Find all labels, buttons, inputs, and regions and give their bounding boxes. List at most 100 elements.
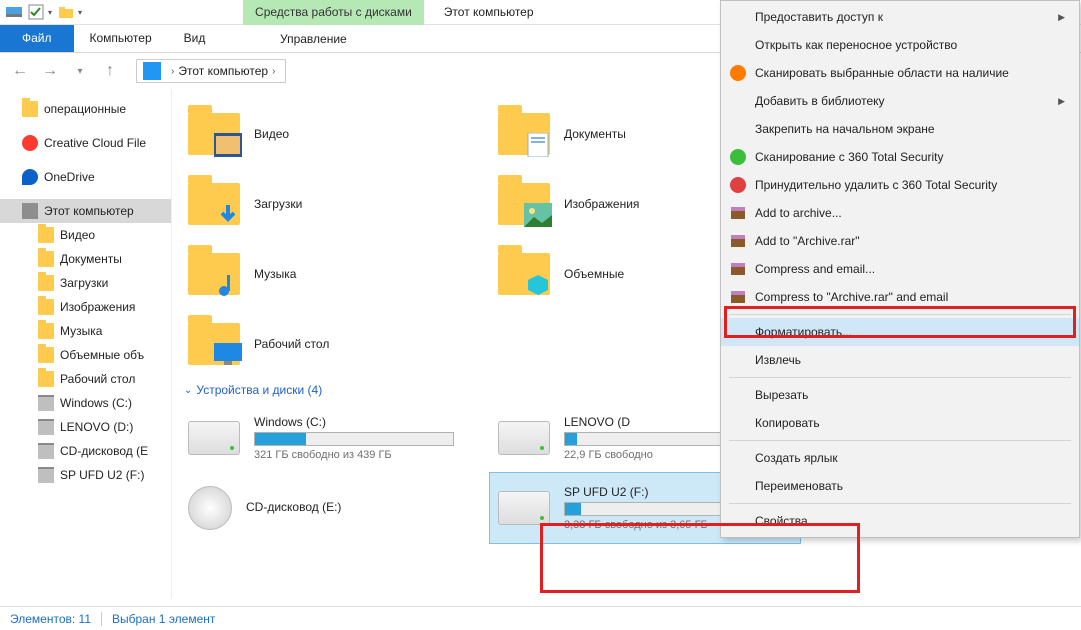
up-button[interactable]: ↑ <box>98 59 122 83</box>
context-menu-separator <box>729 377 1071 378</box>
tree-item-label: Загрузки <box>60 276 108 290</box>
chevron-right-icon[interactable]: › <box>171 66 174 77</box>
blank-icon <box>729 323 747 341</box>
folder-label: Изображения <box>564 197 639 211</box>
context-menu-item[interactable]: Принудительно удалить с 360 Total Securi… <box>721 171 1079 199</box>
tree-item-label: Объемные объ <box>60 348 144 362</box>
checkbox-icon[interactable] <box>28 4 44 20</box>
storage-bar <box>254 432 454 446</box>
context-menu-label: Извлечь <box>755 353 801 367</box>
context-menu-item[interactable]: Add to archive... <box>721 199 1079 227</box>
context-menu-label: Закрепить на начальном экране <box>755 122 935 136</box>
devices-header-label: Устройства и диски (4) <box>196 383 322 397</box>
address-bar[interactable]: › Этот компьютер › <box>136 59 286 83</box>
folder-item[interactable]: Видео <box>180 99 490 169</box>
context-menu-item[interactable]: Compress and email... <box>721 255 1079 283</box>
recent-dropdown-icon[interactable]: ▾ <box>68 59 92 83</box>
folder-item[interactable]: Рабочий стол <box>180 309 490 379</box>
drive-icon <box>188 421 240 455</box>
tree-item[interactable]: Загрузки <box>0 271 171 295</box>
context-menu-item[interactable]: Сканировать выбранные области на наличие <box>721 59 1079 87</box>
tab-file[interactable]: Файл <box>0 25 74 52</box>
context-menu-label: Принудительно удалить с 360 Total Securi… <box>755 178 997 192</box>
context-menu-item[interactable]: Сканирование с 360 Total Security <box>721 143 1079 171</box>
tree-item[interactable]: Документы <box>0 247 171 271</box>
context-menu-item[interactable]: Извлечь <box>721 346 1079 374</box>
drive-icon <box>38 395 54 411</box>
folder-label: Загрузки <box>254 197 302 211</box>
360g-icon <box>729 148 747 166</box>
contextual-tab-header: Средства работы с дисками <box>243 0 424 25</box>
folder-icon <box>38 299 54 315</box>
drive-icon <box>498 491 550 525</box>
tree-item[interactable]: Windows (C:) <box>0 391 171 415</box>
drive-item[interactable]: Windows (C:)321 ГБ свободно из 439 ГБ <box>180 403 490 473</box>
tree-item[interactable]: Creative Cloud File <box>0 131 171 155</box>
drive-name: Windows (C:) <box>254 415 482 429</box>
tree-item[interactable]: Объемные объ <box>0 343 171 367</box>
qat-dropdown-icon[interactable]: ▾ <box>48 8 52 17</box>
context-menu-label: Add to "Archive.rar" <box>755 234 860 248</box>
context-menu-item[interactable]: Открыть как переносное устройство <box>721 31 1079 59</box>
context-menu-item[interactable]: Закрепить на начальном экране <box>721 115 1079 143</box>
new-folder-icon[interactable] <box>58 4 74 20</box>
context-menu-label: Предоставить доступ к <box>755 10 883 24</box>
tree-item[interactable]: CD-дисковод (E <box>0 439 171 463</box>
back-button[interactable]: ← <box>8 59 32 83</box>
folder-icon <box>38 275 54 291</box>
tree-item[interactable]: SP UFD U2 (F:) <box>0 463 171 487</box>
pc-icon <box>143 62 161 80</box>
context-menu-item[interactable]: Добавить в библиотеку▶ <box>721 87 1079 115</box>
tree-item-label: LENOVO (D:) <box>60 420 133 434</box>
chevron-right-icon[interactable]: › <box>272 66 275 77</box>
breadcrumb-root[interactable]: Этот компьютер <box>178 64 268 78</box>
context-menu-item[interactable]: Переименовать <box>721 472 1079 500</box>
tree-item-label: Windows (C:) <box>60 396 132 410</box>
avast-icon <box>729 64 747 82</box>
context-menu-item[interactable]: Копировать <box>721 409 1079 437</box>
submenu-arrow-icon: ▶ <box>1058 96 1065 107</box>
folder-item[interactable]: Музыка <box>180 239 490 309</box>
onedrive-icon <box>22 169 38 185</box>
tree-item[interactable]: Изображения <box>0 295 171 319</box>
context-menu-item[interactable]: Add to "Archive.rar" <box>721 227 1079 255</box>
context-menu-item[interactable]: Предоставить доступ к▶ <box>721 3 1079 31</box>
folder-icon <box>38 227 54 243</box>
rar-icon <box>729 260 747 278</box>
tree-item[interactable]: LENOVO (D:) <box>0 415 171 439</box>
rar-icon <box>729 288 747 306</box>
context-menu-item[interactable]: Вырезать <box>721 381 1079 409</box>
tab-view[interactable]: Вид <box>168 25 222 52</box>
pc-icon <box>22 203 38 219</box>
qat-overflow-icon[interactable]: ▾ <box>78 8 82 17</box>
status-separator <box>101 612 102 626</box>
context-menu-item[interactable]: Создать ярлык <box>721 444 1079 472</box>
app-icon <box>6 4 22 20</box>
context-menu-separator <box>729 314 1071 315</box>
tree-item-label: SP UFD U2 (F:) <box>60 468 144 482</box>
folder-icon <box>188 253 240 295</box>
tree-item[interactable]: Рабочий стол <box>0 367 171 391</box>
tree-item-label: Документы <box>60 252 122 266</box>
tab-computer[interactable]: Компьютер <box>74 25 168 52</box>
context-menu-label: Свойства <box>755 514 808 528</box>
context-menu-item[interactable]: Форматировать... <box>721 318 1079 346</box>
context-menu-label: Переименовать <box>755 479 843 493</box>
tree-item[interactable]: операционные <box>0 97 171 121</box>
chevron-down-icon: ⌄ <box>184 385 192 396</box>
folder-item[interactable]: Загрузки <box>180 169 490 239</box>
tree-item-label: Музыка <box>60 324 102 338</box>
nav-tree: операционные Creative Cloud File OneDrive Э… <box>0 89 172 599</box>
drive-item[interactable]: CD-дисковод (E:) <box>180 473 490 543</box>
context-menu-item[interactable]: Compress to "Archive.rar" and email <box>721 283 1079 311</box>
tree-item[interactable]: Этот компьютер <box>0 199 171 223</box>
context-menu-item[interactable]: Свойства <box>721 507 1079 535</box>
tree-item[interactable]: Видео <box>0 223 171 247</box>
tree-item[interactable]: Музыка <box>0 319 171 343</box>
tree-item[interactable]: OneDrive <box>0 165 171 189</box>
item-count: Элементов: 11 <box>10 612 91 626</box>
forward-button[interactable]: → <box>38 59 62 83</box>
selection-count: Выбран 1 элемент <box>112 612 215 626</box>
folder-icon <box>38 371 54 387</box>
tab-manage[interactable]: Управление <box>260 25 367 53</box>
